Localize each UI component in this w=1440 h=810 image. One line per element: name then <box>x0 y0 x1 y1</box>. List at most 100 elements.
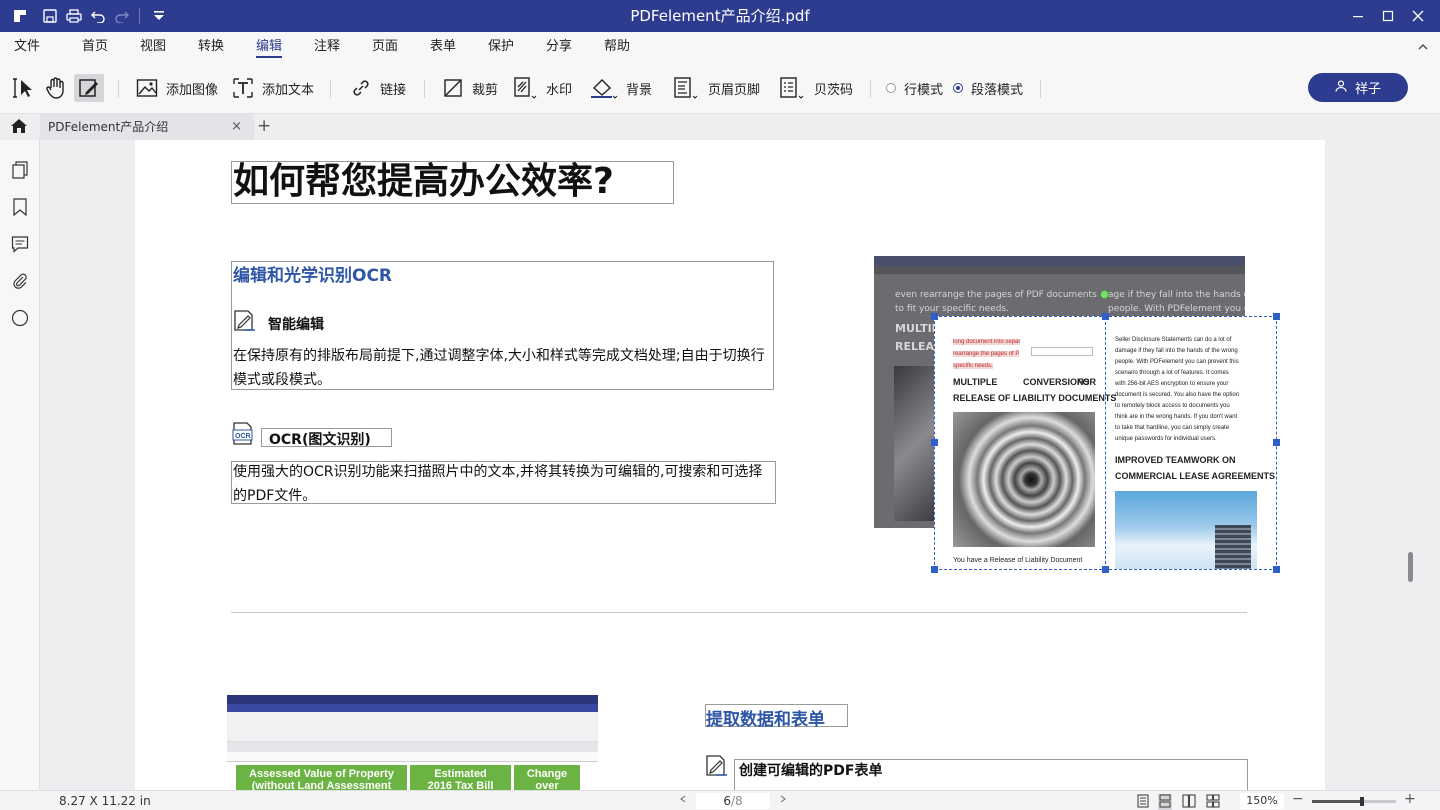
svg-text:OCR: OCR <box>235 433 251 440</box>
attachment-icon[interactable] <box>10 271 30 291</box>
close-tab-icon[interactable]: × <box>231 114 242 140</box>
img2-building <box>1215 525 1251 569</box>
text-box-main-heading[interactable]: 如何帮您提高办公效率? <box>231 161 674 204</box>
zoom-in-button[interactable]: + <box>1404 791 1416 807</box>
ribbon-divider <box>424 80 425 98</box>
resize-handle-left[interactable] <box>931 439 938 446</box>
comment-icon[interactable] <box>10 234 30 254</box>
watermark-button[interactable]: 水印 <box>512 74 572 102</box>
menu-form[interactable]: 表单 <box>430 38 456 58</box>
watermark-icon <box>512 76 538 100</box>
resize-handle-right[interactable] <box>1273 439 1280 446</box>
ocr-feature-description: 使用强大的OCR识别功能来扫描照片中的文本,并将其转换为可编辑的,可搜索和可选择… <box>233 464 763 504</box>
edit-tool-button[interactable] <box>74 74 104 102</box>
paragraph-mode-label: 段落模式 <box>971 82 1024 98</box>
new-tab-button[interactable]: + <box>257 114 271 140</box>
pdf-page[interactable]: 如何帮您提高办公效率? 编辑和光学识别OCR 智能编辑 在保持原有的排版布局前提… <box>135 140 1325 790</box>
add-text-button[interactable]: 添加文本 <box>232 74 314 102</box>
img3-header-text: over <box>535 780 559 790</box>
link-button[interactable]: 链接 <box>350 74 406 102</box>
resize-handle-top[interactable] <box>1102 313 1109 320</box>
img2-highlight-text: specific needs. <box>953 363 993 369</box>
text-box-ocr-body[interactable]: 使用强大的OCR识别功能来扫描照片中的文本,并将其转换为可编辑的,可搜索和可选择… <box>231 461 776 504</box>
img2-col2-line: to remotely block access to documents yo… <box>1115 403 1230 409</box>
add-image-button[interactable]: 添加图像 <box>136 74 218 102</box>
img2-col2-heading: COMMERCIAL LEASE AGREEMENTS <box>1115 471 1276 481</box>
print-icon[interactable] <box>62 0 86 32</box>
menu-bar: 文件 首页 视图 转换 编辑 注释 页面 表单 保护 分享 帮助 <box>0 32 1440 62</box>
thumbnails-icon[interactable] <box>10 160 30 180</box>
menu-home[interactable]: 首页 <box>82 38 108 58</box>
paragraph-mode-radio[interactable]: 段落模式 <box>953 74 1023 102</box>
background-button[interactable]: 背景 <box>590 74 652 102</box>
user-account-button[interactable]: 祥子 <box>1308 73 1408 102</box>
text-box-create-form[interactable]: 创建可编辑的PDF表单 <box>734 759 1248 790</box>
bates-button[interactable]: 贝茨码 <box>778 74 853 102</box>
text-box-ocr-title[interactable]: OCR(图文识别) <box>261 428 392 448</box>
selected-image[interactable]: long document into separ rearrange the p… <box>934 316 1277 570</box>
vertical-scrollbar-thumb[interactable] <box>1408 552 1413 582</box>
quick-access-dropdown-icon[interactable] <box>147 0 171 32</box>
header-footer-icon <box>672 76 700 100</box>
img2-col2-line: Seller Disclosure Statements can do a lo… <box>1115 337 1232 343</box>
search-circle-icon[interactable] <box>10 308 30 328</box>
undo-icon[interactable] <box>86 0 110 32</box>
resize-handle-bottom-right[interactable] <box>1273 566 1280 573</box>
menu-help[interactable]: 帮助 <box>604 38 630 58</box>
zoom-out-button[interactable]: − <box>1292 791 1304 807</box>
resize-handle-top-left[interactable] <box>931 313 938 320</box>
continuous-view-icon[interactable] <box>1158 794 1172 810</box>
resize-handle-bottom[interactable] <box>1102 566 1109 573</box>
link-icon <box>350 77 372 99</box>
page-number-field[interactable]: 6/8 <box>696 793 770 809</box>
resize-handle-top-right[interactable] <box>1273 313 1280 320</box>
menu-comment[interactable]: 注释 <box>314 38 340 58</box>
zoom-slider-handle[interactable] <box>1360 797 1365 806</box>
section-data-heading: 提取数据和表单 <box>706 710 825 730</box>
menu-convert[interactable]: 转换 <box>198 38 224 58</box>
menu-page[interactable]: 页面 <box>372 38 398 58</box>
bookmark-icon[interactable] <box>10 197 30 217</box>
img3-header-text: Estimated <box>434 768 487 780</box>
tab-pdfelement-intro[interactable]: PDFelement产品介绍 × <box>40 114 254 140</box>
collapse-ribbon-icon[interactable] <box>1418 40 1428 54</box>
crop-icon <box>442 77 464 99</box>
add-image-label: 添加图像 <box>166 82 219 98</box>
img1-text-line: age if they fall into the hands of the <box>1108 290 1245 300</box>
zoom-level-field[interactable]: 150% <box>1240 793 1284 809</box>
app-logo-icon <box>8 0 32 32</box>
document-canvas[interactable]: 如何帮您提高办公效率? 编辑和光学识别OCR 智能编辑 在保持原有的排版布局前提… <box>40 140 1440 790</box>
hand-tool-button[interactable] <box>44 74 68 102</box>
img2-format-toolbar <box>1031 347 1093 356</box>
redo-icon[interactable] <box>110 0 134 32</box>
img2-col1-heading: FOR <box>1077 377 1096 387</box>
rotate-handle-icon[interactable] <box>1100 290 1109 299</box>
total-pages: /8 <box>730 794 743 808</box>
single-page-view-icon[interactable] <box>1136 794 1150 810</box>
crop-button[interactable]: 裁剪 <box>442 74 498 102</box>
menu-file[interactable]: 文件 <box>14 38 40 58</box>
img3-table-header-cell: Estimated 2016 Tax Bill <box>410 765 511 790</box>
text-box-section-ocr[interactable]: 编辑和光学识别OCR 智能编辑 在保持原有的排版布局前提下,通过调整字体,大小和… <box>231 261 774 390</box>
status-bar: 8.27 X 11.22 in 6/8 150% − + <box>0 790 1440 810</box>
home-icon[interactable] <box>10 118 28 138</box>
resize-handle-bottom-left[interactable] <box>931 566 938 573</box>
close-window-button[interactable] <box>1398 0 1438 32</box>
menu-edit[interactable]: 编辑 <box>256 38 283 58</box>
two-page-continuous-view-icon[interactable] <box>1206 794 1220 810</box>
header-footer-button[interactable]: 页眉页脚 <box>672 74 760 102</box>
line-mode-radio[interactable]: 行模式 <box>886 74 943 102</box>
next-page-icon[interactable] <box>780 793 786 806</box>
menu-protect[interactable]: 保护 <box>488 38 514 58</box>
menu-view[interactable]: 视图 <box>140 38 166 58</box>
save-icon[interactable] <box>38 0 62 32</box>
ribbon-divider <box>870 80 871 98</box>
prev-page-icon[interactable] <box>680 793 686 806</box>
zoom-slider[interactable] <box>1312 797 1396 806</box>
two-page-view-icon[interactable] <box>1182 794 1196 810</box>
select-tool-button[interactable] <box>12 74 36 102</box>
menu-share[interactable]: 分享 <box>546 38 572 58</box>
embedded-image-form-screenshot[interactable]: Assessed Value of Property (without Land… <box>227 695 598 790</box>
text-box-section-data[interactable]: 提取数据和表单 <box>705 704 848 730</box>
img3-title-bar <box>227 695 598 704</box>
